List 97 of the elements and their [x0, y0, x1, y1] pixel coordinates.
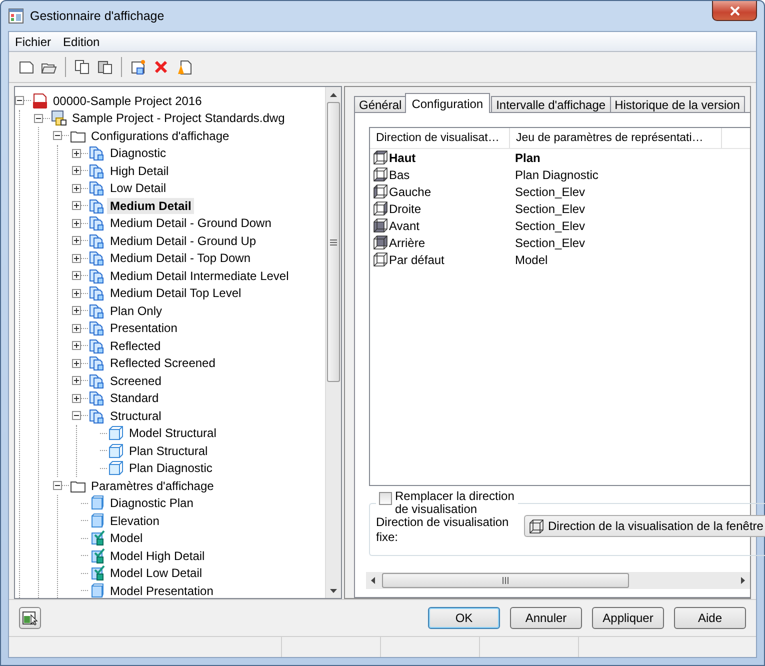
column-header[interactable]: Jeu de paramètres de représentati… — [510, 128, 722, 148]
tab[interactable]: Configuration — [404, 93, 490, 113]
checkbox-label[interactable]: Remplacer la direction de visualisation — [395, 490, 515, 516]
expander-icon[interactable] — [72, 166, 81, 176]
expander-icon[interactable] — [72, 254, 81, 263]
expander-icon[interactable] — [53, 131, 62, 140]
close-icon — [728, 6, 740, 16]
window-title: Gestionnaire d'affichage — [30, 9, 166, 23]
table-cell: Par défaut — [389, 252, 444, 266]
expander-icon[interactable] — [72, 218, 81, 228]
expander-icon[interactable] — [72, 306, 81, 316]
tree-item[interactable]: Paramètres d'affichage — [88, 478, 217, 494]
grip-icon — [502, 577, 509, 584]
dialog-button[interactable]: OK — [428, 607, 500, 629]
menu-item[interactable]: Edition — [57, 34, 106, 48]
tree-item[interactable]: Model Structural — [126, 425, 220, 442]
tree-item[interactable]: 00000-Sample Project 2016 — [50, 92, 205, 109]
close-button[interactable] — [712, 1, 757, 21]
table-cell: Avant — [389, 218, 420, 232]
table-cell-text: Model — [514, 252, 549, 266]
pages-icon[interactable] — [72, 57, 92, 77]
expander-icon[interactable] — [72, 341, 81, 350]
dialog-button[interactable]: Aide — [674, 607, 746, 629]
checkbox[interactable] — [379, 492, 392, 505]
table-cell: Haut — [389, 150, 416, 164]
column-header[interactable]: Direction de visualisat… — [370, 128, 510, 148]
table-cell-text: Plan — [514, 150, 542, 164]
table-cell-text: Section_Elev — [514, 236, 586, 250]
tree-item[interactable]: Plan Structural — [126, 442, 211, 459]
direction-dropdown[interactable]: Direction de la visualisation de la fenêtre — [524, 515, 765, 537]
tree-item[interactable]: Structural — [107, 408, 164, 424]
checked-cube-icon — [89, 530, 105, 546]
expander-icon[interactable] — [72, 394, 81, 403]
expander-icon[interactable] — [72, 201, 81, 210]
tree-item[interactable]: Elevation — [107, 512, 162, 529]
expander-icon[interactable] — [72, 288, 81, 298]
table-cell: Arrière — [389, 236, 426, 250]
tab[interactable]: Historique de la version — [610, 96, 745, 113]
tree-item[interactable]: Reflected Screened — [107, 355, 218, 372]
tree-item[interactable]: Model High Detail — [107, 548, 208, 564]
tree-item[interactable]: Model Presentation — [107, 582, 216, 598]
window-cursor-icon[interactable] — [19, 607, 41, 629]
field-label: Direction de visualisation fixe: — [376, 515, 510, 545]
app-icon — [8, 8, 24, 24]
down-arrow-icon — [330, 588, 337, 592]
expander-icon[interactable] — [72, 271, 81, 280]
expander-icon[interactable] — [34, 114, 43, 123]
tree-item[interactable]: Medium Detail - Ground Up — [107, 232, 260, 249]
up-arrow-icon — [330, 92, 337, 96]
table-cell: Droite — [389, 202, 422, 216]
left-arrow-icon — [371, 577, 375, 584]
tree-item[interactable]: High Detail — [107, 162, 172, 179]
checked-cube-icon — [89, 548, 105, 564]
tree-item[interactable]: Diagnostic — [107, 145, 170, 162]
tree-item[interactable]: Standard — [107, 390, 162, 406]
expander-icon[interactable] — [72, 184, 81, 193]
table-cell: Gauche — [389, 184, 432, 198]
tree-item[interactable]: Diagnostic Plan — [107, 495, 196, 512]
expander-icon[interactable] — [72, 324, 81, 333]
checked-cube-icon — [89, 565, 105, 582]
expander-icon[interactable] — [53, 481, 62, 490]
expander-icon[interactable] — [72, 148, 81, 158]
tree-item[interactable]: Screened — [107, 372, 164, 389]
tab[interactable]: Général — [354, 96, 407, 113]
tree-item[interactable]: Plan Only — [107, 302, 166, 319]
document-icon — [32, 92, 48, 109]
expander-icon[interactable] — [72, 376, 81, 386]
dialog-button[interactable]: Annuler — [510, 607, 582, 629]
right-arrow-icon — [741, 577, 745, 584]
tree-item[interactable]: Medium Detail — [107, 198, 194, 214]
table-cell-text: Plan Diagnostic — [514, 168, 600, 182]
tree-item[interactable]: Low Detail — [107, 180, 170, 196]
tree-item[interactable]: Medium Detail Intermediate Level — [107, 268, 292, 284]
expander-icon[interactable] — [72, 236, 81, 246]
expander-icon[interactable] — [15, 96, 24, 106]
tree-item[interactable]: Model Low Detail — [107, 565, 206, 582]
grip-icon — [330, 238, 337, 246]
scrollbar[interactable] — [325, 87, 341, 598]
table-cell: Bas — [389, 168, 410, 182]
table-cell-text: Section_Elev — [514, 218, 586, 232]
tree-item[interactable]: Sample Project - Project Standards.dwg — [69, 110, 288, 126]
tab[interactable]: Intervalle d'affichage — [491, 96, 611, 113]
tree-item[interactable]: Configurations d'affichage — [88, 128, 232, 144]
expander-icon[interactable] — [72, 411, 81, 420]
scrollbar[interactable] — [366, 572, 750, 589]
tree-item[interactable]: Presentation — [107, 320, 180, 336]
menu-item[interactable]: Fichier — [9, 34, 58, 48]
table-cell-text: Section_Elev — [514, 202, 586, 216]
tree-item[interactable]: Medium Detail - Ground Down — [107, 215, 274, 232]
table-cell-text: Section_Elev — [514, 184, 586, 198]
dialog-button[interactable]: Appliquer — [592, 607, 664, 629]
tree-item[interactable]: Medium Detail Top Level — [107, 285, 244, 302]
tree-item[interactable]: Medium Detail - Top Down — [107, 250, 254, 266]
expander-icon[interactable] — [72, 358, 81, 368]
tree-item[interactable]: Reflected — [107, 338, 164, 354]
tree-item[interactable]: Plan Diagnostic — [126, 460, 216, 476]
tree-item[interactable]: Model — [107, 530, 146, 546]
